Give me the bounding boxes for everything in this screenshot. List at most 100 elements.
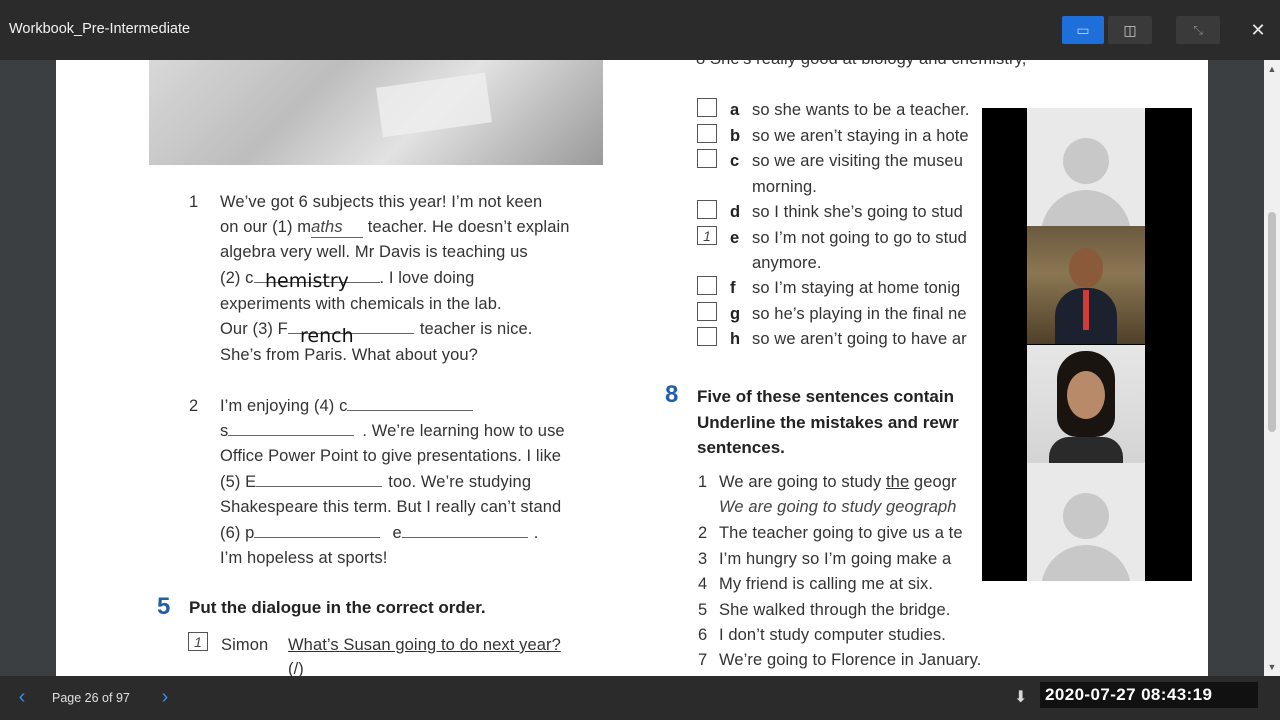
- option-checkbox-b[interactable]: [697, 124, 717, 143]
- video-participants-panel: [982, 108, 1192, 581]
- sentence: My friend is calling me at six.: [719, 575, 933, 593]
- exercise-number: 8: [665, 381, 679, 408]
- option-text: so I’m staying at home tonig: [752, 279, 961, 297]
- text-line: I’m enjoying (4) c: [220, 397, 474, 416]
- text-line: (6) pe.: [220, 524, 539, 542]
- answer-blank-4b[interactable]: [228, 422, 355, 436]
- option-checkbox-a[interactable]: [697, 98, 717, 117]
- sentence-number: 7: [698, 651, 708, 669]
- page-indicator: Page 26 of 97: [52, 691, 130, 705]
- option-letter: f: [730, 279, 736, 297]
- exercise-heading: sentences.: [697, 438, 785, 457]
- exercise-heading: Underline the mistakes and rewr: [697, 413, 959, 432]
- text-line: Our (3) Fteacher is nice.: [220, 320, 533, 338]
- handwritten-answer-2: hemistry: [265, 270, 349, 292]
- two-page-layout-button[interactable]: ◫: [1108, 16, 1152, 44]
- avatar-placeholder-icon: [1063, 138, 1109, 184]
- download-icon[interactable]: ⬇: [1014, 687, 1027, 707]
- option-checkbox-d[interactable]: [697, 200, 717, 219]
- next-page-button[interactable]: ›: [155, 686, 175, 709]
- vertical-scrollbar[interactable]: ▲ ▼: [1264, 60, 1280, 676]
- sentence-number: 1: [698, 473, 708, 491]
- option-letter: g: [730, 305, 741, 323]
- previous-page-button[interactable]: ‹: [12, 686, 32, 709]
- sentence-number: 4: [698, 575, 708, 593]
- order-box[interactable]: 1: [188, 632, 208, 651]
- option-letter: a: [730, 101, 740, 119]
- sentence-number: 5: [698, 601, 708, 619]
- option-text: so we are visiting the museu: [752, 152, 963, 170]
- option-checkbox-f[interactable]: [697, 276, 717, 295]
- sentence: We’re going to Florence in January.: [719, 651, 982, 669]
- title-bar: Workbook_Pre-Intermediate ▭ ◫ ⤡ ✕: [0, 0, 1280, 60]
- answer-blank-6b[interactable]: [401, 524, 528, 538]
- option-checkbox-g[interactable]: [697, 302, 717, 321]
- option-text: so I think she’s going to stud: [752, 203, 963, 221]
- option-text: so he’s playing in the final ne: [752, 305, 967, 323]
- sentence: I don’t study computer studies.: [719, 626, 946, 644]
- option-letter: b: [730, 127, 741, 145]
- option-letter: h: [730, 330, 741, 348]
- close-button[interactable]: ✕: [1240, 16, 1276, 44]
- exercise-heading: Put the dialogue in the correct order.: [189, 598, 486, 617]
- sentence: I’m hungry so I’m going make a: [719, 550, 952, 568]
- close-icon: ✕: [1250, 19, 1266, 40]
- sentence-number: 3: [698, 550, 708, 568]
- answer-blank-6a[interactable]: [254, 524, 381, 538]
- answer-blank-1[interactable]: aths: [311, 218, 364, 238]
- recording-timestamp: 2020-07-27 08:43:19: [1040, 682, 1258, 708]
- text-line: algebra very well. Mr Davis is teaching …: [220, 243, 528, 261]
- handwritten-answer-3: rench: [300, 325, 354, 347]
- scroll-up-icon[interactable]: ▲: [1264, 62, 1280, 76]
- option-text: so she wants to be a teacher.: [752, 101, 970, 119]
- option-letter: d: [730, 203, 741, 221]
- text-line: Shakespeare this term. But I really can’…: [220, 498, 562, 516]
- option-letter: c: [730, 152, 740, 170]
- option-checkbox-h[interactable]: [697, 327, 717, 346]
- classroom-photo: [149, 60, 603, 165]
- single-page-icon: ▭: [1076, 21, 1090, 38]
- option-text-cont: anymore.: [752, 254, 822, 272]
- option-text-cont: morning.: [752, 178, 817, 196]
- dialogue-hint: (/): [288, 660, 304, 676]
- participant-video[interactable]: [1027, 345, 1145, 463]
- sentence: We are going to study the geogr: [719, 473, 957, 491]
- text-line: I’m hopeless at sports!: [220, 549, 388, 567]
- shrink-icon: ⤡: [1193, 22, 1203, 37]
- text-line: experiments with chemicals in the lab.: [220, 295, 502, 313]
- single-page-layout-button[interactable]: ▭: [1062, 16, 1104, 44]
- participant-video[interactable]: [1027, 226, 1145, 344]
- answer-blank-5[interactable]: [256, 473, 383, 487]
- sentence: She walked through the bridge.: [719, 601, 951, 619]
- exit-fullscreen-button[interactable]: ⤡: [1176, 16, 1220, 44]
- sentence-number: 6: [698, 626, 708, 644]
- answer-blank-4a[interactable]: [347, 397, 474, 411]
- option-checkbox-c[interactable]: [697, 149, 717, 168]
- window-title: Workbook_Pre-Intermediate: [9, 21, 191, 37]
- option-letter: e: [730, 229, 740, 247]
- text-line: 8 She’s really good at biology and chemi…: [696, 60, 1026, 69]
- text-line: (5) Etoo. We’re studying: [220, 473, 532, 491]
- item-number: 1: [189, 193, 199, 211]
- dialogue-line: What’s Susan going to do next year?: [288, 636, 561, 654]
- item-number: 2: [189, 397, 199, 415]
- scroll-down-icon[interactable]: ▼: [1264, 660, 1280, 674]
- participant-tile[interactable]: [1027, 463, 1145, 581]
- avatar-placeholder-icon: [1063, 493, 1109, 539]
- text-line: s. We’re learning how to use: [220, 422, 565, 440]
- text-line: We’ve got 6 subjects this year! I’m not …: [220, 193, 543, 211]
- sentence: The teacher going to give us a te: [719, 524, 963, 542]
- option-checkbox-e[interactable]: 1: [697, 226, 717, 245]
- text-line: on our (1) maths teacher. He doesn’t exp…: [220, 218, 570, 238]
- scroll-thumb[interactable]: [1268, 212, 1276, 432]
- two-page-icon: ◫: [1123, 21, 1137, 38]
- exercise-number: 5: [157, 593, 171, 620]
- text-line: She’s from Paris. What about you?: [220, 346, 478, 364]
- exercise-heading: Five of these sentences contain: [697, 387, 954, 406]
- participant-tile[interactable]: [1027, 108, 1145, 226]
- option-text: so I’m not going to go to stud: [752, 229, 967, 247]
- option-text: so we aren’t staying in a hote: [752, 127, 969, 145]
- speaker-name: Simon: [221, 636, 269, 654]
- text-line: Office Power Point to give presentations…: [220, 447, 562, 465]
- sentence-correction: We are going to study geograph: [719, 498, 957, 516]
